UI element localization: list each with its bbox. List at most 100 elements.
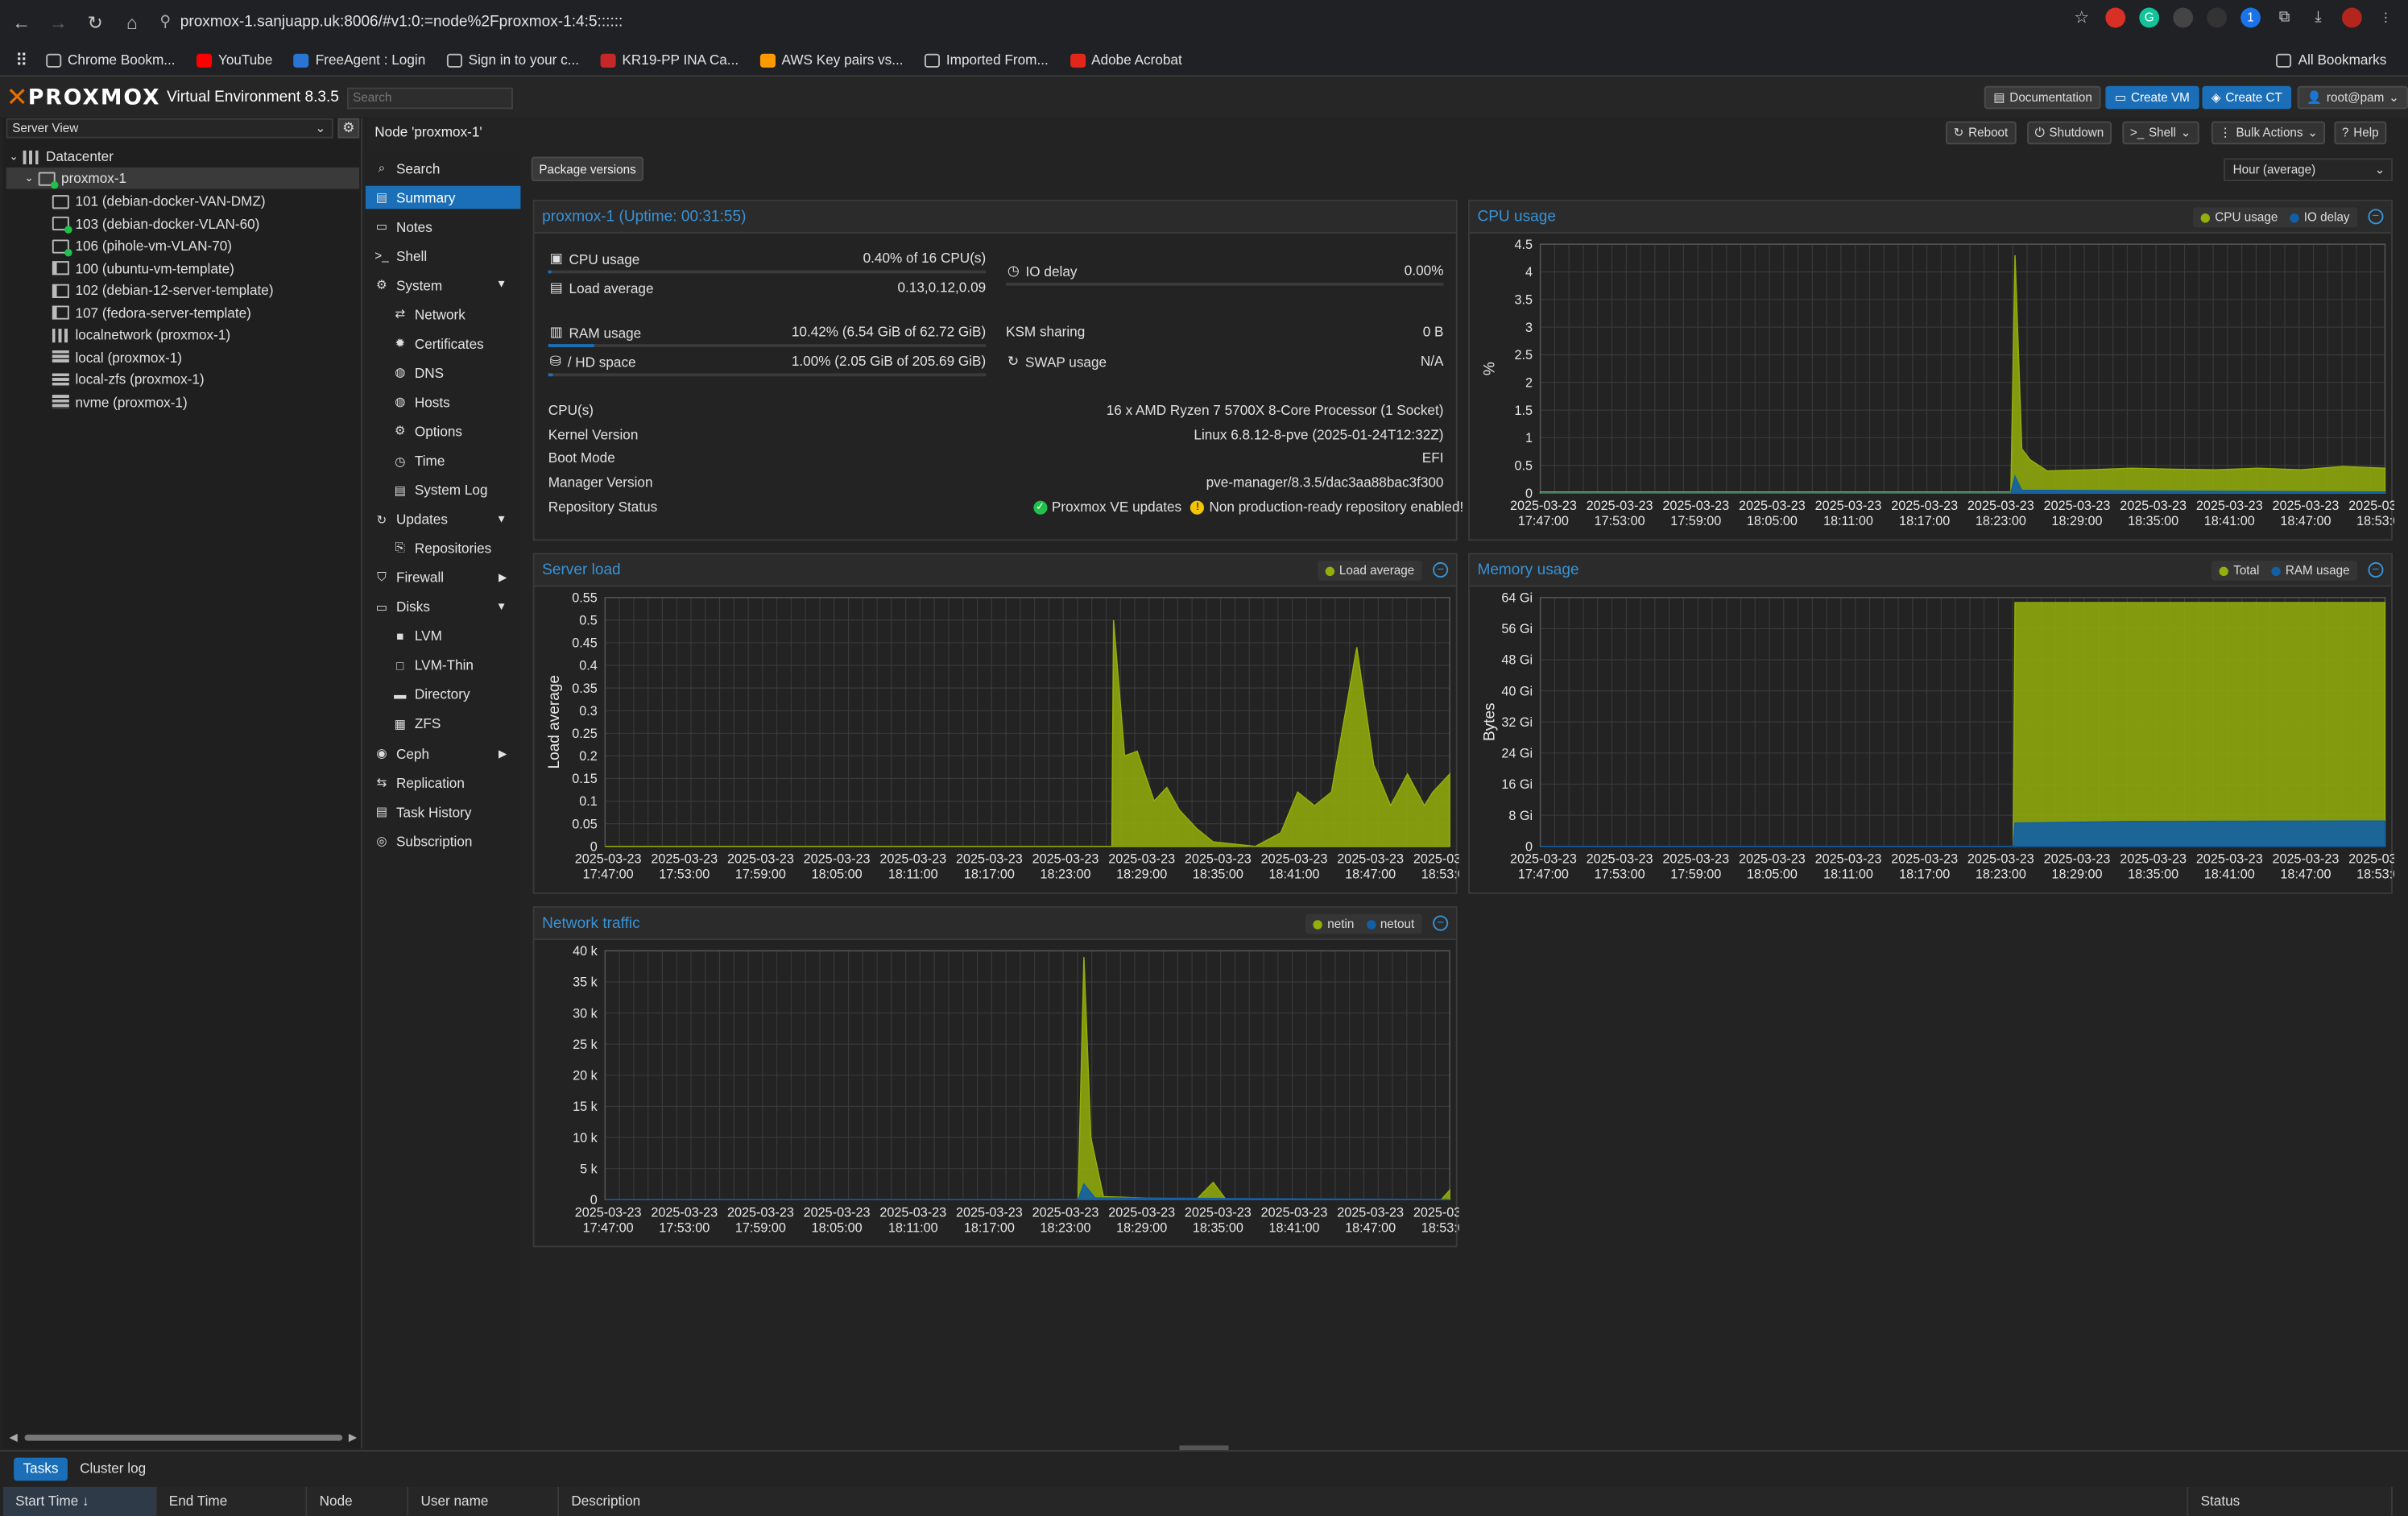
collapse-icon[interactable]: − [2368,561,2384,578]
puzzle-extensions-icon[interactable]: ⧉ [2274,8,2294,28]
reboot-button[interactable]: ↻ Reboot [1946,121,2016,145]
tree-item[interactable]: 101 (debian-docker-VAN-DMZ) [52,190,266,212]
nav-item-replication[interactable]: ⇆ Replication [366,771,521,794]
package-versions-button[interactable]: Package versions [531,156,644,182]
bookmark-item[interactable]: Imported From... [925,52,1049,68]
legend-netout[interactable]: netout [1366,917,1414,931]
expand-arrow-icon[interactable]: ▼ [496,602,507,612]
nav-item-notes[interactable]: ▭ Notes [366,215,521,238]
reload-icon[interactable]: ↻ [80,7,110,38]
tree-node-proxmox-1[interactable]: ⌄ proxmox-1 [6,167,360,189]
series-area-netout[interactable] [605,1183,1450,1201]
bookmark-star-icon[interactable]: ☆ [2071,8,2091,27]
nav-item-search[interactable]: ⌕ Search [366,157,521,180]
bookmark-item[interactable]: AWS Key pairs vs... [759,52,904,68]
bulk-actions-button[interactable]: ⋮ Bulk Actions ⌄ [2211,121,2326,145]
nav-item-options[interactable]: ⚙ Options [366,420,521,443]
collapse-icon[interactable]: − [1433,561,1449,578]
column-start-time[interactable]: Start Time ↓ [2,1486,157,1516]
expand-arrow-icon[interactable]: ▼ [496,280,507,290]
extension-icon[interactable] [2173,7,2194,28]
tree-item[interactable]: local (proxmox-1) [52,346,182,368]
nav-item-firewall[interactable]: ⛉ Firewall ▶ [366,566,521,590]
profile-avatar-icon[interactable] [2342,7,2362,28]
series-area-total[interactable] [1540,602,2386,847]
create-ct-button[interactable]: ◈ Create CT [2202,85,2292,110]
user-menu-button[interactable]: 👤 root@pam ⌄ [2297,85,2408,110]
documentation-button[interactable]: ▤ Documentation [1984,85,2102,110]
nav-item-repositories[interactable]: ⎘ Repositories [366,537,521,561]
tree-item[interactable]: 100 (ubuntu-vm-template) [52,257,234,279]
nav-item-ceph[interactable]: ◉ Ceph ▶ [366,742,521,765]
scroll-left-icon[interactable]: ◀ [9,1431,17,1444]
nav-item-system[interactable]: ⚙ System ▼ [366,274,521,297]
tree-item[interactable]: 103 (debian-docker-VLAN-60) [52,213,260,234]
bookmark-item[interactable]: YouTube [197,52,272,68]
nav-item-system-log[interactable]: ▤ System Log [366,478,521,502]
proxmox-logo[interactable]: ✕ PROXMOX [6,82,161,113]
view-selector[interactable]: Server View ⌄ [6,118,333,139]
back-arrow-icon[interactable]: ← [6,7,37,38]
nav-item-time[interactable]: ◷ Time [366,449,521,473]
global-search-input[interactable]: Search [346,86,513,109]
tree-settings-gear-icon[interactable]: ⚙ [337,118,360,139]
forward-arrow-icon[interactable]: → [43,7,73,38]
tree-datacenter[interactable]: ⌄ Datacenter [9,146,113,168]
password-manager-icon[interactable]: 1 [2240,7,2261,28]
bookmark-item[interactable]: Sign in to your c... [446,52,579,68]
extension-icon[interactable] [2105,7,2126,28]
nav-item-disks[interactable]: ▭ Disks ▼ [366,595,521,619]
column-node[interactable]: Node [307,1486,409,1516]
shutdown-button[interactable]: ⏻ Shutdown [2027,121,2112,145]
nav-item-network[interactable]: ⇄ Network [366,303,521,326]
tree-item[interactable]: nvme (proxmox-1) [52,391,188,412]
nav-item-lvm[interactable]: ■ LVM [366,625,521,648]
tab-tasks[interactable]: Tasks [14,1457,68,1481]
tree-item[interactable]: 107 (fedora-server-template) [52,302,251,324]
tree-item[interactable]: localnetwork (proxmox-1) [52,324,230,346]
shell-button[interactable]: >_ Shell ⌄ [2122,121,2199,145]
nav-item-dns[interactable]: ◍ DNS [366,362,521,385]
tree-item[interactable]: 106 (pihole-vm-VLAN-70) [52,235,232,257]
legend-load-average[interactable]: Load average [1325,564,1414,578]
tree-scrollbar[interactable] [24,1435,343,1441]
column-user-name[interactable]: User name [408,1486,560,1516]
apps-grid-icon[interactable]: ⠿ [15,50,27,70]
collapse-icon[interactable]: − [2368,209,2384,225]
site-info-icon[interactable]: ⚲ [159,14,171,31]
scroll-right-icon[interactable]: ▶ [349,1431,357,1444]
bookmark-item[interactable]: KR19-PP INA Ca... [600,52,739,68]
all-bookmarks[interactable]: All Bookmarks [2276,52,2386,68]
bookmark-item[interactable]: FreeAgent : Login [294,52,425,68]
legend-ram-usage[interactable]: RAM usage [2271,564,2350,578]
bookmark-item[interactable]: Chrome Bookm... [46,52,176,68]
extension-icon[interactable] [2207,7,2228,28]
column-status[interactable]: Status [2188,1486,2393,1516]
expand-arrow-icon[interactable]: ▼ [496,514,507,524]
nav-item-hosts[interactable]: ◍ Hosts [366,391,521,414]
series-area-netin[interactable] [605,957,1450,1201]
nav-item-shell[interactable]: >_ Shell [366,244,521,267]
collapse-icon[interactable]: − [1433,915,1449,931]
expand-arrow-icon[interactable]: ▶ [499,748,507,760]
tree-item[interactable]: 102 (debian-12-server-template) [52,280,274,301]
nav-item-updates[interactable]: ↻ Updates ▼ [366,507,521,531]
timeframe-selector[interactable]: Hour (average) ⌄ [2224,158,2393,182]
legend-io-delay[interactable]: IO delay [2290,210,2350,224]
series-area-cpu-usage[interactable] [1539,255,2386,494]
repository-status-value[interactable]: ✓ Proxmox VE updates ! Non production-re… [1033,499,1473,515]
nav-item-task-history[interactable]: ▤ Task History [366,801,521,824]
legend-total[interactable]: Total [2220,564,2259,578]
legend-cpu-usage[interactable]: CPU usage [2201,210,2278,224]
expand-arrow-icon[interactable]: ▶ [499,572,507,584]
nav-item-subscription[interactable]: ◎ Subscription [366,830,521,853]
column-end-time[interactable]: End Time [156,1486,308,1516]
nav-item-certificates[interactable]: ✹ Certificates [366,332,521,355]
help-button[interactable]: ? Help [2334,121,2387,145]
legend-netin[interactable]: netin [1314,917,1354,931]
nav-item-zfs[interactable]: ▦ ZFS [366,713,521,736]
nav-item-lvm-thin[interactable]: □ LVM-Thin [366,654,521,677]
address-bar[interactable]: ⚲ proxmox-1.sanjuapp.uk:8006/#v1:0:=node… [159,14,623,31]
nav-item-summary[interactable]: ▤ Summary [365,185,521,209]
column-description[interactable]: Description [559,1486,2189,1516]
